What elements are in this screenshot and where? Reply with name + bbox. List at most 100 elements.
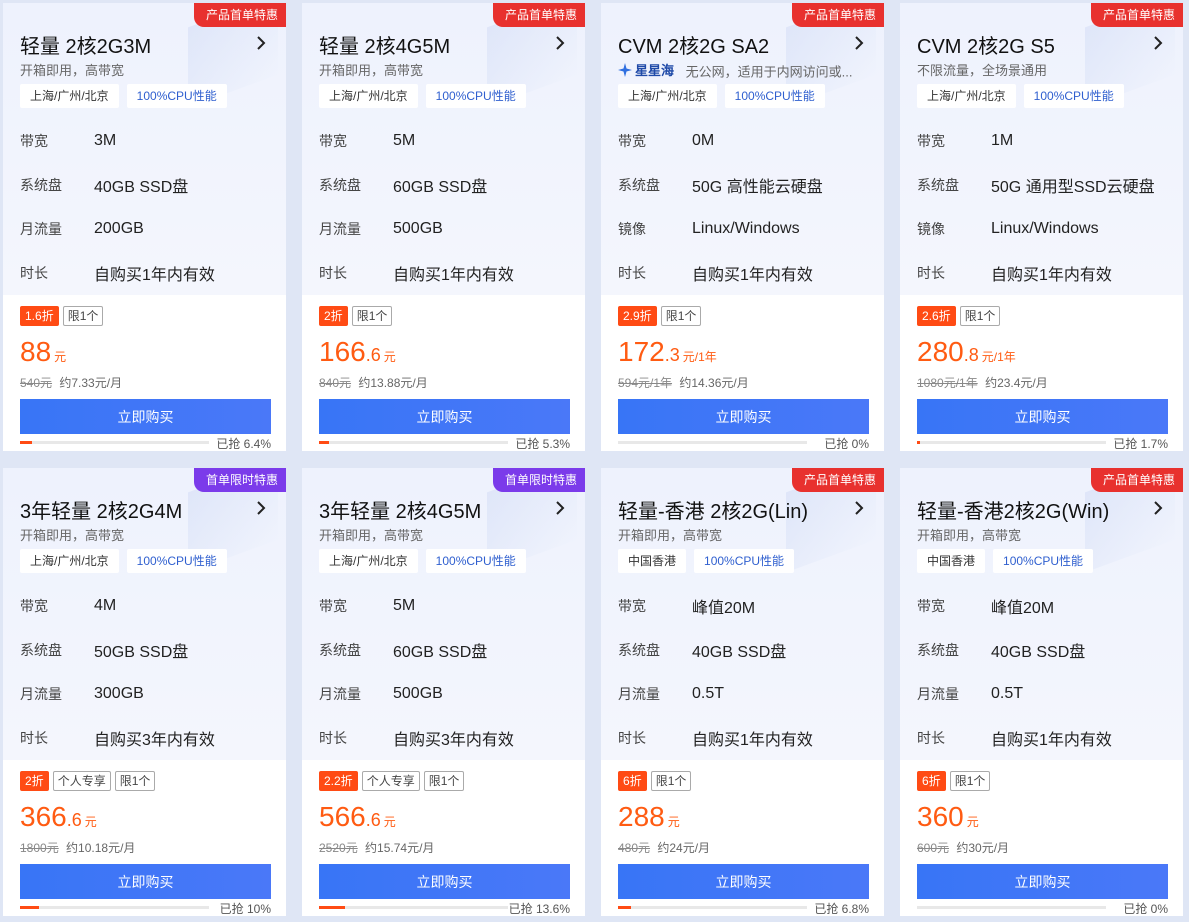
product-title[interactable]: 轻量 2核2G3M xyxy=(20,30,151,59)
sold-percentage: 已抢 10% xyxy=(219,902,271,916)
spec-label: 系统盘 xyxy=(618,642,660,658)
spec-row: 带宽 5M xyxy=(319,584,514,628)
product-card[interactable]: 产品首单特惠 轻量-香港 2核2G(Lin) 开箱即用，高带宽 中国香港 100… xyxy=(601,468,884,916)
product-title[interactable]: 轻量-香港 2核2G(Lin) xyxy=(618,495,808,524)
buy-now-button[interactable]: 立即购买 xyxy=(319,864,570,899)
sold-percentage: 已抢 5.3% xyxy=(515,437,570,451)
chevron-right-icon[interactable] xyxy=(551,34,569,52)
product-card[interactable]: 产品首单特惠 CVM 2核2G SA2 星星海 无公网，适用于内网访问或... … xyxy=(601,3,884,451)
chevron-right-icon[interactable] xyxy=(252,34,270,52)
region-tag: 上海/广州/北京 xyxy=(20,84,119,108)
product-title[interactable]: 轻量-香港2核2G(Win) xyxy=(917,495,1109,524)
tag-row: 上海/广州/北京 100%CPU性能 xyxy=(917,84,1124,108)
chevron-right-icon[interactable] xyxy=(252,499,270,517)
price-integer: 280 xyxy=(917,336,964,367)
spec-label: 月流量 xyxy=(917,686,959,702)
spec-label: 时长 xyxy=(618,730,646,746)
spec-label: 月流量 xyxy=(20,221,62,237)
product-title[interactable]: 轻量 2核4G5M xyxy=(319,30,450,59)
chevron-right-icon[interactable] xyxy=(850,34,868,52)
spec-row: 带宽 峰值20M xyxy=(917,584,1112,628)
buy-now-button[interactable]: 立即购买 xyxy=(917,399,1168,434)
spec-value: 40GB SSD盘 xyxy=(94,179,189,196)
buy-now-button[interactable]: 立即购买 xyxy=(20,399,271,434)
price: 166.6 元 xyxy=(319,336,396,368)
spec-value: 0.5T xyxy=(692,685,725,702)
product-card[interactable]: 产品首单特惠 轻量 2核4G5M 开箱即用，高带宽 上海/广州/北京 100%C… xyxy=(302,3,585,451)
cpu-tag: 100%CPU性能 xyxy=(1023,84,1124,108)
product-card[interactable]: 产品首单特惠 轻量 2核2G3M 开箱即用，高带宽 上海/广州/北京 100%C… xyxy=(3,3,286,451)
promo-badge: 产品首单特惠 xyxy=(492,3,585,27)
spec-value: 5M xyxy=(393,597,416,614)
brand-name: 星星海 xyxy=(635,63,675,78)
discount-tag: 1.6折 xyxy=(20,306,59,326)
tag-row: 上海/广州/北京 100%CPU性能 xyxy=(618,84,825,108)
buy-now-button[interactable]: 立即购买 xyxy=(917,864,1168,899)
chevron-right-icon[interactable] xyxy=(850,499,868,517)
product-title[interactable]: CVM 2核2G SA2 xyxy=(618,30,769,59)
spec-label: 月流量 xyxy=(618,686,660,702)
price-decimal: .3 xyxy=(664,345,680,365)
limit-tag: 限1个 xyxy=(62,306,104,326)
spec-row: 月流量 500GB xyxy=(319,207,514,251)
limit-tag: 限1个 xyxy=(351,306,393,326)
sold-percentage: 已抢 6.8% xyxy=(814,902,869,916)
price-integer: 166 xyxy=(319,336,366,367)
buy-now-button[interactable]: 立即购买 xyxy=(618,399,869,434)
tag-row: 上海/广州/北京 100%CPU性能 xyxy=(20,84,227,108)
original-price: 1800元 xyxy=(20,841,59,855)
price: 366.6 元 xyxy=(20,801,97,833)
spec-row: 时长 自购买1年内有效 xyxy=(618,716,813,760)
spec-value: 1M xyxy=(991,132,1014,149)
original-price: 840元 xyxy=(319,376,352,390)
price-unit: 元 xyxy=(383,815,396,829)
chevron-right-icon[interactable] xyxy=(1149,499,1167,517)
cpu-tag: 100%CPU性能 xyxy=(126,549,227,573)
product-title[interactable]: 3年轻量 2核4G5M xyxy=(319,495,481,524)
original-price-line: 1080元/1年 约23.4元/月 xyxy=(917,374,1048,391)
spec-row: 系统盘 60GB SSD盘 xyxy=(319,163,514,207)
spec-label: 带宽 xyxy=(917,133,945,149)
tag-row: 上海/广州/北京 100%CPU性能 xyxy=(319,549,526,573)
original-price: 2520元 xyxy=(319,841,358,855)
chevron-right-icon[interactable] xyxy=(551,499,569,517)
buy-now-button[interactable]: 立即购买 xyxy=(319,399,570,434)
exclusive-tag: 个人专享 xyxy=(361,771,420,791)
product-card[interactable]: 产品首单特惠 CVM 2核2G S5 不限流量，全场景通用 上海/广州/北京 1… xyxy=(900,3,1183,451)
region-tag: 上海/广州/北京 xyxy=(20,549,119,573)
promo-pills: 6折 限1个 xyxy=(618,771,692,791)
spec-value: 峰值20M xyxy=(692,600,756,617)
promo-badge: 产品首单特惠 xyxy=(1090,468,1183,492)
spec-row: 系统盘 50G 通用型SSD云硬盘 xyxy=(917,163,1155,207)
exclusive-tag: 个人专享 xyxy=(52,771,111,791)
original-price-line: 840元 约13.88元/月 xyxy=(319,374,428,391)
monthly-price: 约23.4元/月 xyxy=(985,376,1048,390)
spec-label: 时长 xyxy=(618,265,646,281)
product-grid: 产品首单特惠 轻量 2核2G3M 开箱即用，高带宽 上海/广州/北京 100%C… xyxy=(0,0,1189,922)
product-card[interactable]: 首单限时特惠 3年轻量 2核2G4M 开箱即用，高带宽 上海/广州/北京 100… xyxy=(3,468,286,916)
spec-value: 4M xyxy=(94,597,117,614)
spec-label: 系统盘 xyxy=(20,642,62,658)
cpu-tag: 100%CPU性能 xyxy=(425,549,526,573)
buy-now-button[interactable]: 立即购买 xyxy=(20,864,271,899)
region-tag: 上海/广州/北京 xyxy=(319,549,418,573)
spec-list: 带宽 5M 系统盘 60GB SSD盘 月流量 500GB 时长 自购买3年内有效 xyxy=(319,584,514,760)
chevron-right-icon[interactable] xyxy=(1149,34,1167,52)
tag-row: 上海/广州/北京 100%CPU性能 xyxy=(20,549,227,573)
price: 88 元 xyxy=(20,336,66,368)
monthly-price: 约10.18元/月 xyxy=(66,841,136,855)
spec-label: 系统盘 xyxy=(20,177,62,193)
product-title[interactable]: 3年轻量 2核2G4M xyxy=(20,495,182,524)
sold-progress-bar xyxy=(319,441,508,444)
limit-tag: 限1个 xyxy=(949,771,991,791)
price-integer: 172 xyxy=(618,336,665,367)
product-card[interactable]: 产品首单特惠 轻量-香港2核2G(Win) 开箱即用，高带宽 中国香港 100%… xyxy=(900,468,1183,916)
spec-row: 时长 自购买1年内有效 xyxy=(917,716,1112,760)
spec-value: 自购买1年内有效 xyxy=(692,732,813,749)
price: 172.3 元/1年 xyxy=(618,336,717,368)
product-title[interactable]: CVM 2核2G S5 xyxy=(917,30,1055,59)
buy-now-button[interactable]: 立即购买 xyxy=(618,864,869,899)
spec-label: 时长 xyxy=(319,730,347,746)
product-card[interactable]: 首单限时特惠 3年轻量 2核4G5M 开箱即用，高带宽 上海/广州/北京 100… xyxy=(302,468,585,916)
region-tag: 上海/广州/北京 xyxy=(319,84,418,108)
